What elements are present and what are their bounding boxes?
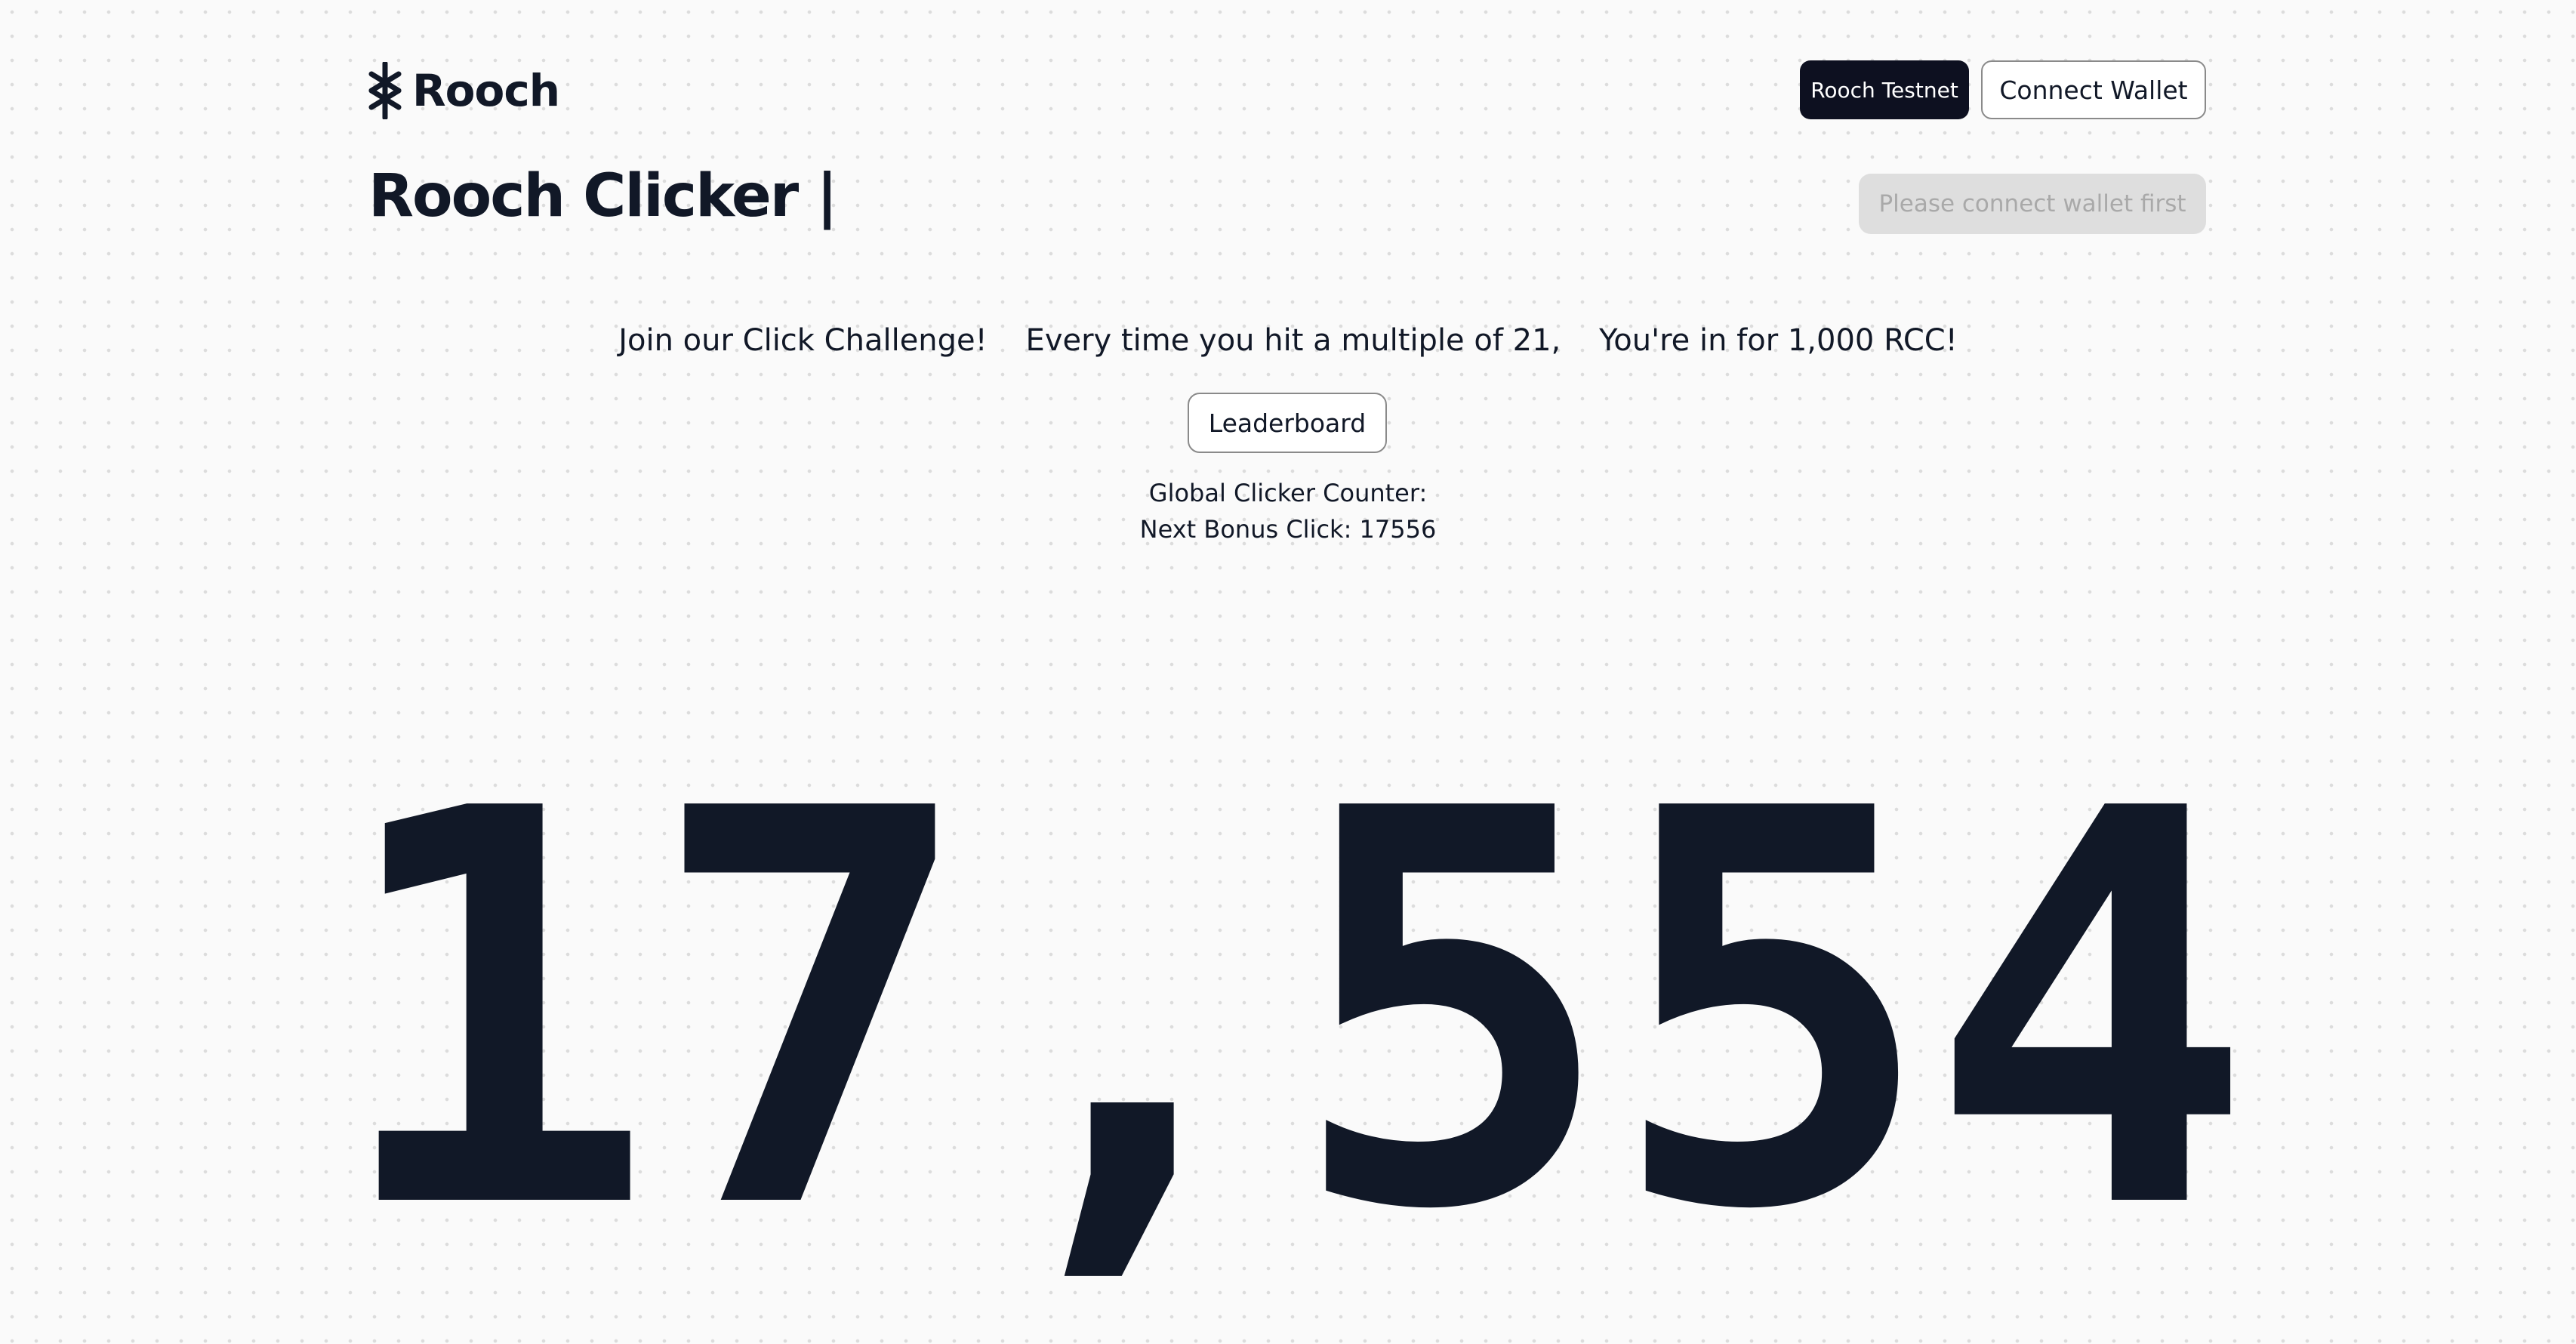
challenge-banner: Join our Click Challenge! Every time you… [618,323,1958,358]
click-counter[interactable]: 17,554 [0,680,2576,1344]
connect-wallet-button[interactable]: Connect Wallet [1981,60,2206,119]
leaderboard-button[interactable]: Leaderboard [1188,393,1387,453]
brand-name: Rooch [412,65,560,116]
rooch-logo-icon [368,62,402,119]
connect-wallet-first-button: Please connect wallet first [1859,174,2206,234]
header: Rooch Rooch Testnet Connect Wallet [368,60,2206,121]
global-counter-label: Global Clicker Counter: [1148,479,1428,507]
network-selector-button[interactable]: Rooch Testnet [1800,60,1969,119]
page-title: Rooch Clicker | [368,162,838,230]
brand-logo[interactable]: Rooch [368,60,560,121]
next-bonus-label: Next Bonus Click: 17556 [1139,515,1437,544]
